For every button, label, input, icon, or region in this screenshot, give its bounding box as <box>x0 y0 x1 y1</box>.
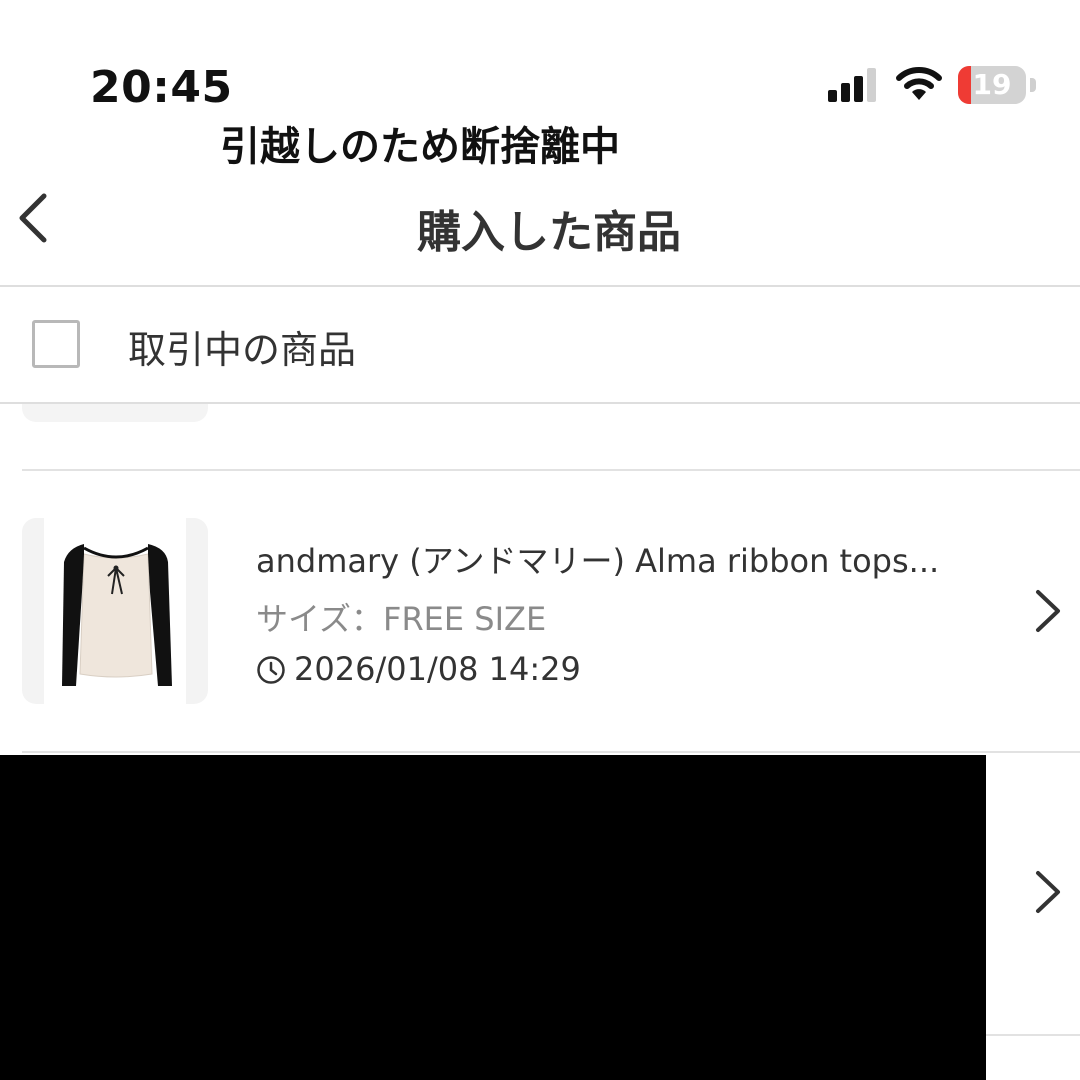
chevron-right-icon[interactable] <box>1030 586 1066 636</box>
clock-icon <box>257 656 285 684</box>
in-progress-filter-label[interactable]: 取引中の商品 <box>128 319 356 374</box>
overlay-caption: 引越しのため断捨離中 <box>220 124 620 170</box>
battery-tip <box>1030 78 1036 92</box>
purchased-items-screen: 20:45 19 引越しのため断捨離中 購入した商品 取引中の商品 andmar… <box>0 0 1080 1080</box>
redacted-region <box>0 755 986 1080</box>
purchased-item-row[interactable]: andmary (アンドマリー) Alma ribbon tops... サイズ… <box>0 510 1080 710</box>
battery-icon: 19 <box>958 66 1026 104</box>
item-date-text: 2026/01/08 14:29 <box>294 650 581 688</box>
item-date: 2026/01/08 14:29 <box>256 650 581 688</box>
item-size: サイズ：FREE SIZE <box>256 600 547 638</box>
list-divider <box>986 1034 1080 1036</box>
item-thumbnail <box>22 518 208 704</box>
ribbon-top-thumbnail <box>62 544 172 686</box>
page-title: 購入した商品 <box>417 207 681 258</box>
status-time: 20:45 <box>90 62 233 113</box>
item-name: andmary (アンドマリー) Alma ribbon tops... <box>256 542 940 580</box>
list-divider <box>22 751 1080 753</box>
filter-row: 取引中の商品 <box>0 287 1080 403</box>
chevron-right-icon[interactable] <box>1030 867 1066 917</box>
battery-percentage: 19 <box>972 68 1012 101</box>
wifi-icon <box>896 67 942 100</box>
signal-icon <box>828 68 876 102</box>
in-progress-checkbox[interactable] <box>32 320 80 368</box>
list-divider <box>22 469 1080 471</box>
filter-divider <box>0 402 1080 404</box>
